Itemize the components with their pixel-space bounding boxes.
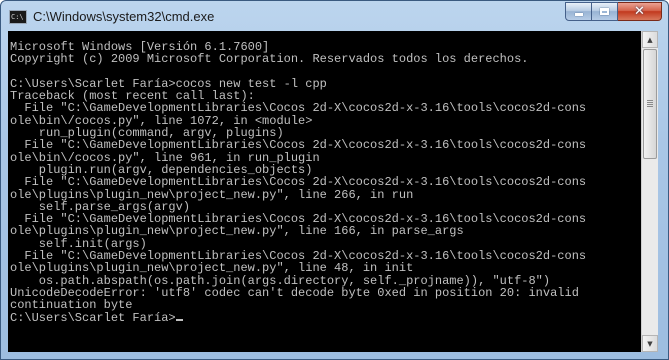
console-text: Microsoft Windows [Versión 6.1.7600] Cop… [8,31,641,324]
title-bar[interactable]: C:\ C:\Windows\system32\cmd.exe ✕ [1,1,668,31]
console-lines: Microsoft Windows [Versión 6.1.7600] Cop… [10,40,586,312]
scroll-down-button[interactable]: ▼ [642,335,658,352]
cmd-icon[interactable]: C:\ [9,10,27,24]
scroll-down-arrow-icon: ▼ [647,339,653,348]
maximize-icon [600,8,609,15]
vertical-scrollbar[interactable]: ▲ ▼ [641,31,658,352]
console-line: Copyright (c) 2009 Microsoft Corporation… [10,52,529,67]
text-cursor [175,318,183,321]
grip-icon [647,100,653,107]
window-controls: ✕ [565,2,662,21]
scroll-up-button[interactable]: ▲ [642,31,658,48]
window-title: C:\Windows\system32\cmd.exe [33,9,215,24]
cmd-window: C:\ C:\Windows\system32\cmd.exe ✕ Micros… [0,0,669,360]
maximize-button[interactable] [592,2,618,21]
close-button[interactable]: ✕ [618,2,662,21]
scrollbar-thumb[interactable] [643,49,657,159]
minimize-button[interactable] [565,2,592,21]
console-output[interactable]: Microsoft Windows [Versión 6.1.7600] Cop… [8,31,641,352]
close-icon: ✕ [634,4,645,19]
scroll-up-arrow-icon: ▲ [647,35,653,44]
command-prompt: C:\Users\Scarlet Faría> [10,310,176,325]
minimize-icon [574,13,583,16]
